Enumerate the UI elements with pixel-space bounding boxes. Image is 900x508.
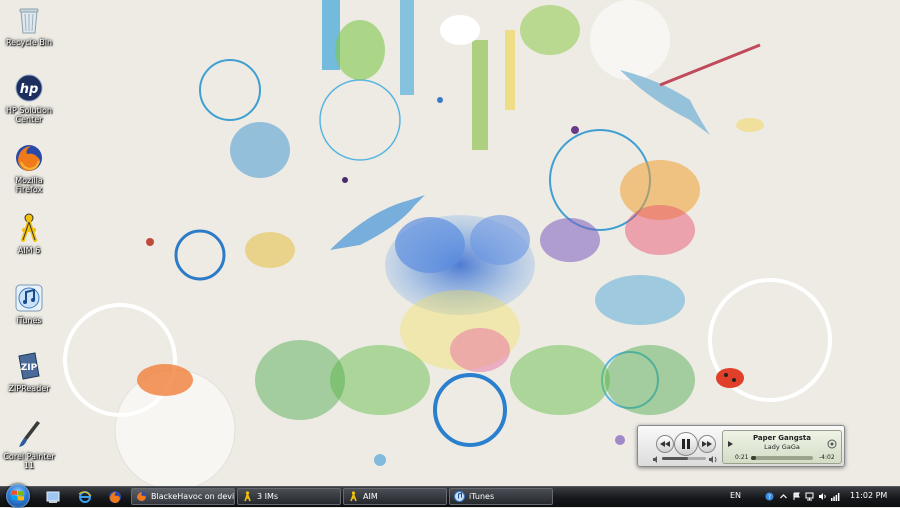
desktop-icon-corel-painter[interactable]: Corel Painter 11 bbox=[2, 418, 56, 470]
play-pause-button[interactable] bbox=[674, 432, 698, 456]
aim-icon bbox=[350, 491, 357, 502]
itunes-icon bbox=[13, 282, 45, 314]
desktop[interactable]: Recycle Bin hp HP Solution Center Mozill… bbox=[0, 0, 900, 486]
zip-icon: ZIP bbox=[13, 350, 45, 382]
fast-forward-icon bbox=[702, 441, 712, 447]
svg-text:hp: hp bbox=[20, 82, 39, 97]
hp-icon: hp bbox=[13, 72, 45, 104]
desktop-icon-label: Recycle Bin bbox=[5, 38, 53, 47]
aim-icon bbox=[13, 212, 45, 244]
desktop-icon-itunes[interactable]: iTunes bbox=[2, 282, 56, 325]
volume-low-icon bbox=[653, 456, 657, 463]
elapsed-time: 0:21 bbox=[735, 454, 749, 461]
itunes-icon bbox=[454, 491, 465, 502]
progress-fill bbox=[751, 456, 756, 460]
now-playing-display: Paper Gangsta Lady GaGa 0:21 -4:02 bbox=[722, 430, 842, 464]
desktop-icon-label: Mozilla Firefox bbox=[15, 176, 43, 194]
volume-high-icon bbox=[709, 456, 717, 463]
pause-icon bbox=[682, 439, 690, 449]
windows-logo-icon bbox=[12, 490, 24, 501]
desktop-icon-hp-solution-center[interactable]: hp HP Solution Center bbox=[2, 72, 56, 124]
desktop-icon-label: HP Solution Center bbox=[6, 106, 52, 124]
taskbar: BlackeHavoc on devi... 3 IMs AIM iTunes … bbox=[0, 484, 900, 508]
show-desktop-icon[interactable] bbox=[46, 490, 60, 504]
taskbar-button-label: BlackeHavoc on devi... bbox=[151, 492, 235, 501]
previous-button[interactable] bbox=[656, 435, 674, 453]
desktop-icon-zipreader[interactable]: ZIP ZIPReader bbox=[2, 350, 56, 393]
rewind-icon bbox=[660, 441, 670, 447]
start-button[interactable] bbox=[6, 484, 30, 508]
svg-text:ZIP: ZIP bbox=[21, 363, 38, 373]
volume-icon[interactable] bbox=[818, 492, 827, 501]
desktop-icon-label: ZIPReader bbox=[8, 384, 50, 393]
clock[interactable]: 11:02 PM bbox=[850, 491, 887, 500]
desktop-icon-firefox[interactable]: Mozilla Firefox bbox=[2, 142, 56, 194]
taskbar-button-itunes[interactable]: iTunes bbox=[449, 488, 553, 505]
signal-strength-icon[interactable] bbox=[831, 492, 840, 501]
artist-name: Lady GaGa bbox=[764, 443, 800, 451]
taskbar-button-label: AIM bbox=[363, 492, 378, 501]
floral-wallpaper bbox=[0, 0, 900, 486]
taskbar-button-firefox[interactable]: BlackeHavoc on devi... bbox=[131, 488, 235, 505]
firefox-icon bbox=[13, 142, 45, 174]
song-title: Paper Gangsta bbox=[752, 434, 811, 442]
show-hidden-icons-icon[interactable] bbox=[779, 492, 788, 501]
help-tray-icon[interactable]: ? bbox=[765, 492, 774, 501]
desktop-icon-label: iTunes bbox=[16, 316, 42, 325]
internet-explorer-icon[interactable] bbox=[78, 490, 92, 504]
volume-level bbox=[662, 457, 689, 460]
recycle-bin-icon bbox=[13, 4, 45, 36]
flag-icon[interactable] bbox=[792, 492, 801, 501]
network-icon[interactable] bbox=[805, 492, 814, 501]
volume-slider[interactable] bbox=[662, 457, 706, 460]
desktop-icon-aim[interactable]: AIM 6 bbox=[2, 212, 56, 255]
taskbar-button-3-ims[interactable]: 3 IMs bbox=[237, 488, 341, 505]
firefox-icon bbox=[136, 491, 147, 502]
firefox-quicklaunch-icon[interactable] bbox=[108, 490, 122, 504]
taskbar-button-label: 3 IMs bbox=[257, 492, 279, 501]
next-button[interactable] bbox=[698, 435, 716, 453]
desktop-icon-recycle-bin[interactable]: Recycle Bin bbox=[2, 4, 56, 47]
desktop-icon-label: AIM 6 bbox=[17, 246, 41, 255]
svg-text:?: ? bbox=[768, 494, 771, 501]
genius-icon[interactable] bbox=[827, 439, 837, 449]
desktop-icon-label: Corel Painter 11 bbox=[3, 452, 55, 470]
taskbar-button-aim[interactable]: AIM bbox=[343, 488, 447, 505]
remaining-time: -4:02 bbox=[819, 454, 835, 461]
itunes-mini-player[interactable]: Paper Gangsta Lady GaGa 0:21 -4:02 bbox=[637, 425, 845, 467]
aim-icon bbox=[244, 491, 251, 502]
language-indicator[interactable]: EN bbox=[730, 491, 741, 500]
progress-bar[interactable] bbox=[751, 456, 813, 460]
taskbar-button-label: iTunes bbox=[469, 492, 495, 501]
brush-icon bbox=[13, 418, 45, 450]
